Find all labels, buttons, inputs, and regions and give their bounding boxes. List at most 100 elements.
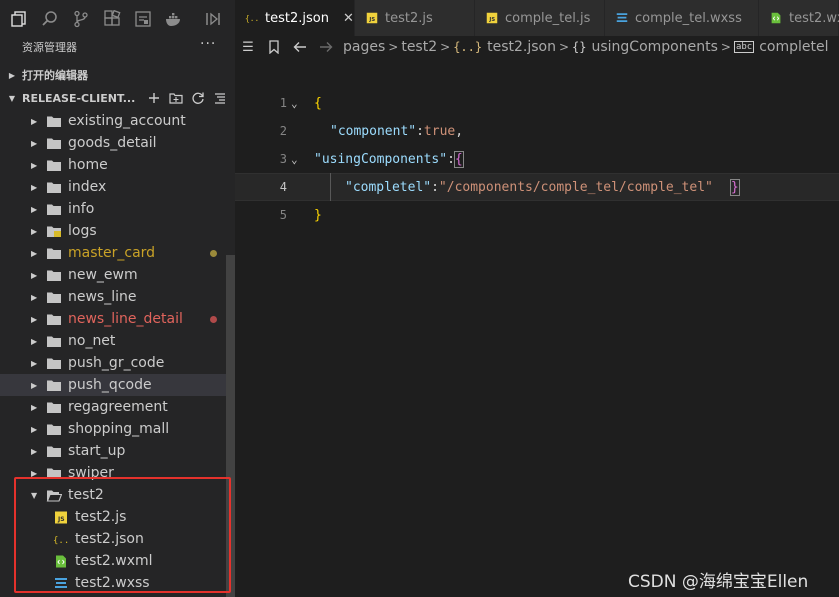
line-number: 5 [279, 208, 287, 222]
tree-item-label: swiper [68, 465, 114, 481]
workspace-section[interactable]: ▼ RELEASE-CLIENT... [0, 87, 235, 109]
remote-window-icon[interactable] [132, 8, 153, 29]
folder-item[interactable]: ▶ regagreement [0, 396, 226, 418]
folder-open-icon [46, 488, 62, 502]
list-icon[interactable]: ☰ [235, 40, 261, 55]
folder-item[interactable]: ▶ index [0, 176, 226, 198]
chevron-down-icon: ▼ [8, 93, 16, 103]
folder-item[interactable]: ▶ info [0, 198, 226, 220]
folder-item[interactable]: ▶ home [0, 154, 226, 176]
json-key: "usingComponents" [314, 151, 448, 167]
editor-tab[interactable]: JS comple_tel.js [475, 0, 605, 36]
file-item[interactable]: JS test2.js [0, 506, 226, 528]
folder-item[interactable]: ▶ no_net [0, 330, 226, 352]
folder-item[interactable]: ▶ start_up [0, 440, 226, 462]
timeline-icon[interactable] [202, 8, 223, 29]
tab-label: comple_tel.js [505, 10, 591, 26]
comma: , [455, 123, 464, 139]
tree-item-label: news_line [68, 289, 137, 305]
more-actions-button[interactable]: ··· [200, 36, 216, 52]
forward-arrow-icon[interactable] [313, 41, 339, 53]
editor-tab[interactable]: {..} test2.json ✕ [235, 0, 355, 36]
folder-icon [46, 334, 62, 348]
folder-icon [46, 312, 62, 326]
fold-chevron-icon[interactable]: ⌄ [291, 97, 304, 110]
json-file-icon: {..} [453, 40, 483, 54]
chevron-right-icon: ▶ [8, 70, 16, 80]
folder-icon [46, 290, 62, 304]
close-icon[interactable]: ✕ [343, 11, 354, 26]
open-brace: { [453, 150, 464, 168]
breadcrumb-separator-icon: > [558, 40, 570, 54]
tab-label: test2.js [385, 10, 433, 26]
json-value: true [423, 123, 456, 139]
source-control-icon[interactable] [70, 8, 91, 29]
folder-icon [46, 356, 62, 370]
editor-tab[interactable]: JS test2.js [355, 0, 475, 36]
folder-item[interactable]: ▶ push_gr_code [0, 352, 226, 374]
tree-item-label: logs [68, 223, 97, 239]
svg-text:JS: JS [57, 516, 65, 523]
search-icon[interactable] [39, 8, 60, 29]
breadcrumb-item-completel[interactable]: completel [759, 39, 828, 55]
workspace-label: RELEASE-CLIENT... [22, 91, 136, 105]
folder-item[interactable]: ▶ existing_account [0, 110, 226, 132]
chevron-right-icon: ▶ [31, 226, 38, 236]
chevron-right-icon: ▶ [31, 446, 38, 456]
refresh-icon[interactable] [191, 91, 205, 105]
folder-item[interactable]: ▶ shopping_mall [0, 418, 226, 440]
folder-icon [46, 422, 62, 436]
extensions-icon[interactable] [101, 8, 122, 29]
folder-item[interactable]: ▶ swiper [0, 462, 226, 484]
file-item[interactable]: {..} test2.json [0, 528, 226, 550]
bookmark-icon[interactable] [261, 40, 287, 54]
js-file-icon: JS [485, 12, 499, 24]
breadcrumb-item-pages[interactable]: pages [343, 39, 385, 55]
editor-tab[interactable]: test2.wx [759, 0, 839, 36]
folder-item[interactable]: ▶ news_line [0, 286, 226, 308]
folder-item[interactable]: ▶ new_ewm [0, 264, 226, 286]
breadcrumb-item-file[interactable]: test2.json [487, 39, 556, 55]
folder-item[interactable]: ▶ news_line_detail [0, 308, 226, 330]
new-folder-icon[interactable] [169, 91, 183, 105]
file-tree: ▶ existing_account ▶ goods_detail ▶ home ▶ inde… [0, 110, 226, 597]
collapse-all-icon[interactable] [213, 91, 227, 105]
folder-item[interactable]: ▶ master_card [0, 242, 226, 264]
breadcrumb-item-usingcomponents[interactable]: usingComponents [591, 39, 717, 55]
activity-bar [0, 0, 235, 37]
chevron-right-icon: ▶ [31, 402, 38, 412]
open-editors-section[interactable]: ▶ 打开的编辑器 [0, 64, 235, 86]
folder-icon [46, 444, 62, 458]
json-value: "/components/comple_tel/comple_tel" [438, 179, 713, 195]
new-file-icon[interactable] [147, 91, 161, 105]
fold-chevron-icon[interactable]: ⌄ [291, 153, 304, 166]
wxss-file-icon [615, 12, 629, 24]
line-number: 2 [279, 124, 287, 138]
indent-guide: "completel": "/components/comple_tel/com… [330, 173, 740, 201]
json-key: "completel" [345, 179, 432, 195]
tree-item-label: test2.json [75, 531, 144, 547]
back-arrow-icon[interactable] [287, 41, 313, 53]
explorer-scrollbar[interactable] [226, 255, 235, 597]
js-file-icon: JS [365, 12, 379, 24]
editor-tab[interactable]: comple_tel.wxss [605, 0, 759, 36]
folder-item[interactable]: ▼ test2 [0, 484, 226, 506]
watermark: CSDN @海绵宝宝Ellen [628, 572, 809, 592]
object-icon: {} [572, 40, 587, 54]
code-line: 2 "component": true, [235, 117, 839, 145]
tree-item-label: home [68, 157, 108, 173]
file-item[interactable]: test2.wxml [0, 550, 226, 572]
code-editor[interactable]: 1 ⌄ { 2 "component": true, 3 ⌄ "usingComp… [235, 88, 839, 288]
folder-item[interactable]: ▶ goods_detail [0, 132, 226, 154]
docker-icon[interactable] [163, 8, 184, 29]
tree-item-label: test2 [68, 487, 104, 503]
breadcrumb-item-test2[interactable]: test2 [401, 39, 437, 55]
folder-icon [46, 114, 62, 128]
wxml-file-icon [53, 554, 69, 568]
file-item[interactable]: test2.wxss [0, 572, 226, 594]
tree-item-label: push_qcode [68, 377, 152, 393]
folder-item[interactable]: ▶ logs [0, 220, 226, 242]
explorer-icon[interactable] [8, 8, 29, 29]
folder-item[interactable]: ▶ push_qcode [0, 374, 226, 396]
tree-item-label: regagreement [68, 399, 168, 415]
